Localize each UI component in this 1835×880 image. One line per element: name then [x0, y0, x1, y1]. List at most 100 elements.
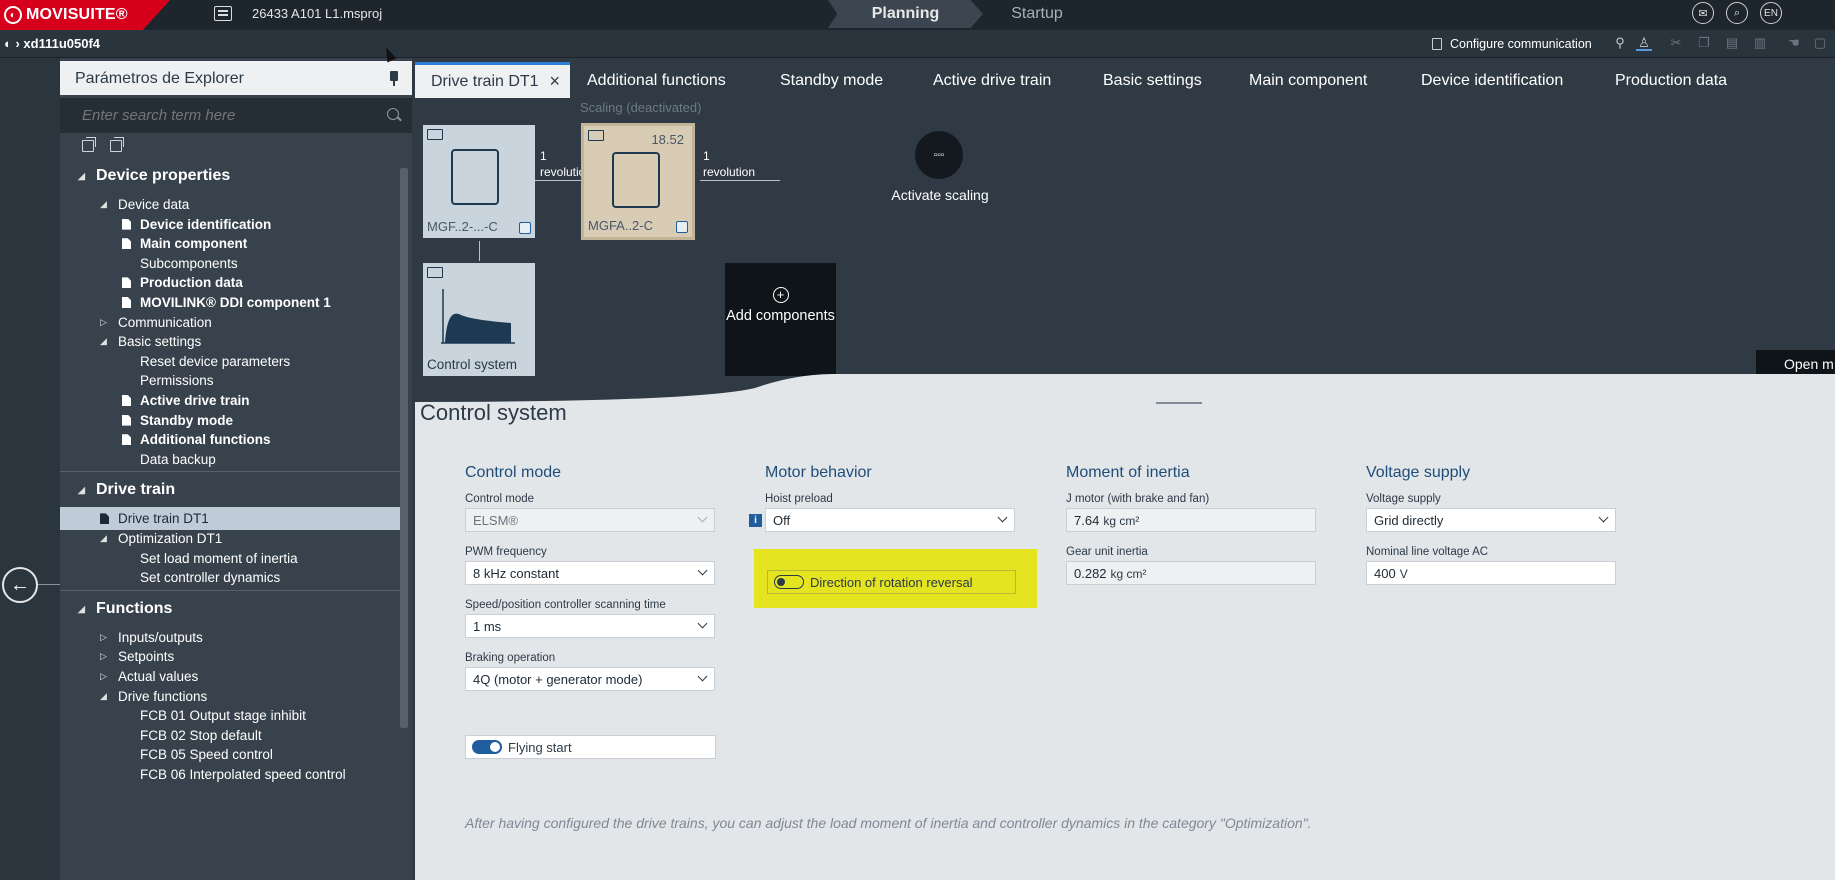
panel-splitter[interactable]	[1156, 402, 1202, 404]
motor-label: MGF..2-...-C	[427, 219, 498, 234]
tree-item-label: Basic settings	[118, 334, 202, 350]
triangle-down-icon[interactable]: ◢	[100, 336, 107, 347]
connection-line	[535, 180, 581, 181]
triangle-down-icon[interactable]: ◢	[78, 485, 85, 496]
tree-item-label: MOVILINK® DDI component 1	[140, 295, 331, 310]
component-tag-icon	[427, 129, 443, 140]
collapse-all-icon[interactable]	[110, 137, 124, 152]
chevron-down-icon	[1598, 512, 1609, 523]
tab-bar: Drive train DT1 × Additional functions S…	[415, 62, 1835, 98]
close-icon[interactable]: ×	[549, 71, 560, 92]
triangle-down-icon[interactable]: ◢	[78, 171, 85, 182]
paste-icon[interactable]: ▤	[1724, 35, 1740, 51]
optimization-hint: After having configured the drive trains…	[465, 815, 1312, 831]
triangle-right-icon[interactable]: ▷	[100, 651, 107, 662]
control-system-component[interactable]: Control system	[423, 263, 535, 376]
tab-main-component[interactable]: Main component	[1249, 62, 1367, 98]
network-icon[interactable]: ⚲	[1612, 35, 1628, 51]
document-icon	[100, 513, 109, 525]
tab-production-data[interactable]: Production data	[1615, 62, 1727, 98]
lock-icon	[519, 222, 531, 234]
tree-item-label: Data backup	[140, 451, 216, 467]
copy-icon[interactable]: ❐	[1696, 35, 1712, 51]
explorer-header: Parámetros de Explorer	[60, 61, 412, 95]
hoist-preload-select[interactable]: i Off	[749, 508, 1015, 532]
triangle-down-icon[interactable]: ◢	[100, 533, 107, 544]
clipboard-icon[interactable]: ▢	[1812, 35, 1828, 51]
explorer-search-input[interactable]	[60, 98, 412, 133]
pwm-frequency-select[interactable]: 8 kHz constant	[465, 561, 715, 585]
motor-component[interactable]: MGF..2-...-C	[423, 125, 535, 238]
user-icon[interactable]: ♙	[1636, 35, 1652, 51]
tree-item[interactable]: FCB 06 Interpolated speed control	[60, 763, 400, 786]
search-icon[interactable]: ⌕	[1726, 2, 1748, 24]
control-mode-select[interactable]: ELSM®	[465, 508, 715, 532]
tree-section[interactable]: ◢ Drive train	[60, 477, 400, 503]
tree-item-label: Production data	[140, 275, 243, 291]
tab-additional-functions[interactable]: Additional functions	[587, 62, 726, 98]
triangle-down-icon[interactable]: ◢	[78, 604, 85, 615]
back-arrow-icon[interactable]: ←	[2, 567, 38, 603]
device-breadcrumb[interactable]: ◐ › xd111u050f4	[4, 36, 100, 51]
cut-icon[interactable]: ✂	[1668, 35, 1684, 51]
mode-startup-button[interactable]: Startup	[972, 0, 1102, 28]
tab-standby-mode[interactable]: Standby mode	[780, 62, 883, 98]
activate-scaling-button[interactable]: ▫▫▫	[915, 131, 963, 179]
triangle-down-icon[interactable]: ◢	[100, 199, 107, 210]
expand-all-icon[interactable]	[82, 137, 96, 152]
gear-unit-component[interactable]: 18.52 MGFA..2-C	[581, 123, 695, 240]
tree-section[interactable]: ◢ Device properties	[60, 163, 400, 189]
component-tag-icon	[427, 267, 443, 278]
toggle-switch-on[interactable]	[472, 740, 502, 754]
add-components-button[interactable]: + Add components	[725, 263, 836, 376]
document-icon	[122, 238, 131, 250]
search-icon[interactable]	[387, 108, 399, 120]
field-value: 0.282	[1074, 566, 1107, 581]
info-icon[interactable]: i	[749, 514, 762, 527]
device-name: xd111u050f4	[23, 36, 101, 51]
document-icon	[122, 395, 131, 406]
pin-icon[interactable]	[390, 71, 398, 86]
triangle-right-icon[interactable]: ▷	[100, 632, 107, 643]
field-value: 7.64	[1074, 513, 1100, 528]
voltage-supply-select[interactable]: Grid directly	[1366, 508, 1616, 532]
triangle-right-icon[interactable]: ▷	[100, 671, 107, 682]
toggle-switch-off[interactable]	[774, 575, 804, 589]
rotation-reversal-toggle[interactable]: Direction of rotation reversal	[767, 570, 1016, 594]
mail-icon[interactable]: ✉	[1692, 2, 1714, 24]
tree-item-label: Main component	[140, 236, 248, 252]
mode-planning-button[interactable]: Planning	[828, 0, 983, 28]
field-label: Voltage supply	[1366, 493, 1441, 505]
triangle-down-icon[interactable]: ◢	[100, 691, 107, 702]
project-file-icon[interactable]	[214, 6, 232, 21]
tab-basic-settings[interactable]: Basic settings	[1103, 62, 1202, 98]
configure-communication-button[interactable]: Configure communication	[1432, 37, 1592, 51]
language-button[interactable]: EN	[1760, 2, 1782, 24]
tree-section[interactable]: ◢ Functions	[60, 596, 400, 622]
triangle-right-icon[interactable]: ▷	[100, 317, 107, 328]
flying-start-toggle[interactable]: Flying start	[465, 735, 716, 759]
tab-drive-train-dt1[interactable]: Drive train DT1 ×	[415, 62, 570, 98]
j-motor-field[interactable]: 7.64 kg cm²	[1066, 508, 1316, 532]
document-icon	[122, 277, 131, 289]
tree-item[interactable]: Set controller dynamics	[60, 566, 400, 589]
panel-curve	[415, 374, 1835, 404]
tree-item[interactable]: Data backup	[60, 448, 400, 471]
gear-inertia-field[interactable]: 0.282 kg cm²	[1066, 561, 1316, 585]
motor-icon	[451, 149, 499, 205]
hand-icon[interactable]: ☚	[1786, 35, 1802, 51]
delete-icon[interactable]: ▥	[1752, 35, 1768, 51]
tab-device-identification[interactable]: Device identification	[1421, 62, 1563, 98]
line-voltage-field[interactable]: 400 V	[1366, 561, 1616, 585]
field-value: 400	[1374, 566, 1396, 581]
chevron-down-icon	[697, 671, 708, 682]
open-more-button[interactable]: Open m	[1756, 350, 1835, 377]
tree-scrollbar[interactable]	[400, 168, 408, 728]
tree-divider	[60, 589, 400, 591]
scanning-time-select[interactable]: 1 ms	[465, 614, 715, 638]
tab-label: Drive train DT1	[431, 73, 539, 90]
braking-operation-select[interactable]: 4Q (motor + generator mode)	[465, 667, 715, 691]
tree-item-label: Setpoints	[118, 649, 175, 665]
section-heading: Control mode	[465, 464, 562, 481]
tab-active-drive-train[interactable]: Active drive train	[933, 62, 1051, 98]
